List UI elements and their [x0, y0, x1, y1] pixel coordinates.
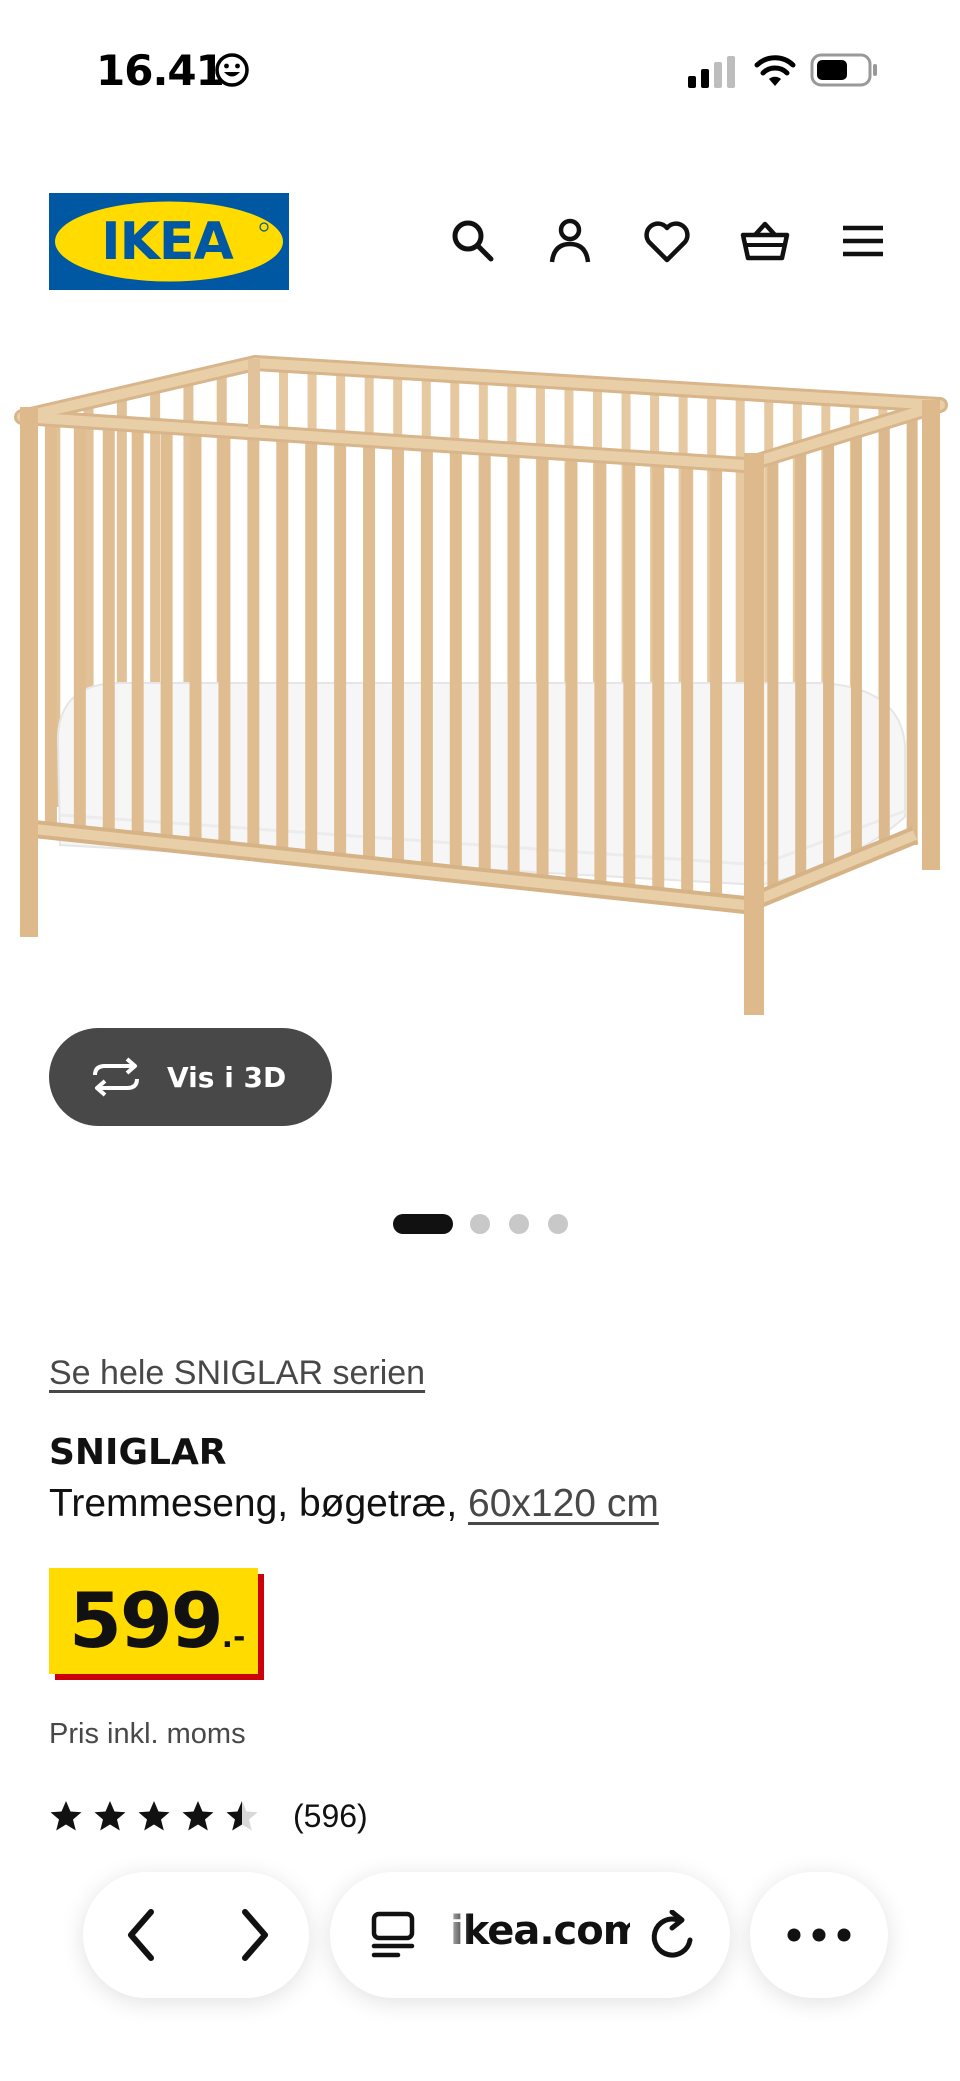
crib-illustration: [0, 345, 960, 1045]
price-value: 599: [69, 1576, 224, 1665]
ikea-logo-graphic: IKEA: [49, 193, 289, 290]
crib-slat: [276, 434, 289, 857]
crib-slat: [478, 447, 491, 878]
product-description-text: Tremmeseng, bøgetræ,: [49, 1482, 469, 1525]
chevron-left-icon[interactable]: [119, 1906, 163, 1964]
status-time: 16.41: [96, 46, 225, 95]
carousel-dot-2[interactable]: [470, 1214, 490, 1234]
address-bar[interactable]: ikea.com: [330, 1872, 730, 1998]
menu-icon[interactable]: [838, 216, 888, 266]
status-bar: 16.41: [0, 0, 960, 140]
carousel-indicator: [0, 1212, 960, 1236]
crib-slat: [681, 461, 694, 899]
crib-slat: [73, 420, 86, 836]
chevron-right-icon[interactable]: [233, 1906, 277, 1964]
crib-slat: [710, 463, 723, 902]
star-icon: [94, 1801, 126, 1831]
browser-more-pill[interactable]: [750, 1872, 888, 1998]
price-tag: 599 .-: [49, 1568, 264, 1680]
reader-mode-icon[interactable]: [368, 1910, 418, 1960]
wifi-icon: [754, 55, 796, 86]
crib-slat: [160, 426, 173, 845]
crib-slat: [247, 432, 260, 854]
heart-icon[interactable]: [642, 216, 692, 266]
crib-slat: [334, 438, 347, 863]
smiley-face-icon: [215, 53, 249, 87]
crib-slat: [420, 443, 433, 872]
crib-slat: [850, 430, 862, 865]
crib-slat: [507, 449, 520, 881]
product-description: Tremmeseng, bøgetræ, 60x120 cm: [49, 1482, 659, 1526]
rating-row[interactable]: (596): [49, 1796, 368, 1836]
rotate-3d-icon: [93, 1057, 139, 1097]
crib-slat: [305, 436, 318, 860]
crib-slat: [795, 447, 807, 885]
half-star-icon: [226, 1801, 258, 1831]
crib-slat: [131, 424, 144, 842]
review-count[interactable]: (596): [293, 1798, 368, 1835]
product-name: SNIGLAR: [49, 1432, 227, 1473]
crib-slat: [878, 422, 890, 855]
vat-note: Pris inkl. moms: [49, 1718, 246, 1750]
crib-slat: [44, 418, 57, 833]
carousel-dot-4[interactable]: [548, 1214, 568, 1234]
crib-slat: [449, 445, 462, 875]
url-fade: [442, 1902, 470, 1962]
account-icon[interactable]: [545, 216, 595, 266]
ikea-logo-text: IKEA: [101, 212, 233, 272]
crib-slat: [735, 392, 745, 697]
url-text[interactable]: ikea.com: [450, 1908, 630, 1954]
view-3d-label: Vis i 3D: [167, 1060, 287, 1094]
size-link[interactable]: 60x120 cm: [468, 1482, 659, 1525]
view-3d-button[interactable]: Vis i 3D: [49, 1028, 332, 1126]
crib-slat: [906, 413, 918, 845]
product-image[interactable]: [0, 345, 960, 1045]
star-icon: [50, 1801, 82, 1831]
search-icon[interactable]: [448, 216, 498, 266]
battery-icon: [810, 53, 877, 87]
carousel-dot-3[interactable]: [509, 1214, 529, 1234]
cellular-signal-icon: [688, 56, 735, 88]
more-dots-icon[interactable]: [784, 1922, 854, 1948]
crib-slat: [823, 439, 835, 875]
price-suffix: .-: [221, 1620, 246, 1655]
crib-slat: [652, 459, 665, 896]
crib-slat: [218, 430, 231, 851]
crib-slat: [623, 457, 636, 893]
series-link[interactable]: Se hele SNIGLAR serien: [49, 1354, 425, 1393]
price-tag-face: 599 .-: [49, 1568, 258, 1674]
crib-slat: [767, 456, 779, 895]
reload-icon[interactable]: [648, 1910, 698, 1962]
crib-slat: [189, 428, 202, 848]
crib-slat: [565, 453, 578, 887]
ikea-logo[interactable]: IKEA: [49, 193, 289, 290]
browser-nav-pill: [83, 1872, 309, 1998]
crib-slat: [536, 451, 549, 884]
star-icon: [182, 1801, 214, 1831]
star-icon: [138, 1801, 170, 1831]
crib-slat: [102, 422, 115, 839]
crib-slat: [391, 441, 404, 869]
shopping-basket-icon[interactable]: [740, 216, 790, 266]
crib-slat: [594, 455, 607, 890]
crib-slat: [363, 440, 376, 866]
carousel-dot-1[interactable]: [393, 1214, 453, 1234]
